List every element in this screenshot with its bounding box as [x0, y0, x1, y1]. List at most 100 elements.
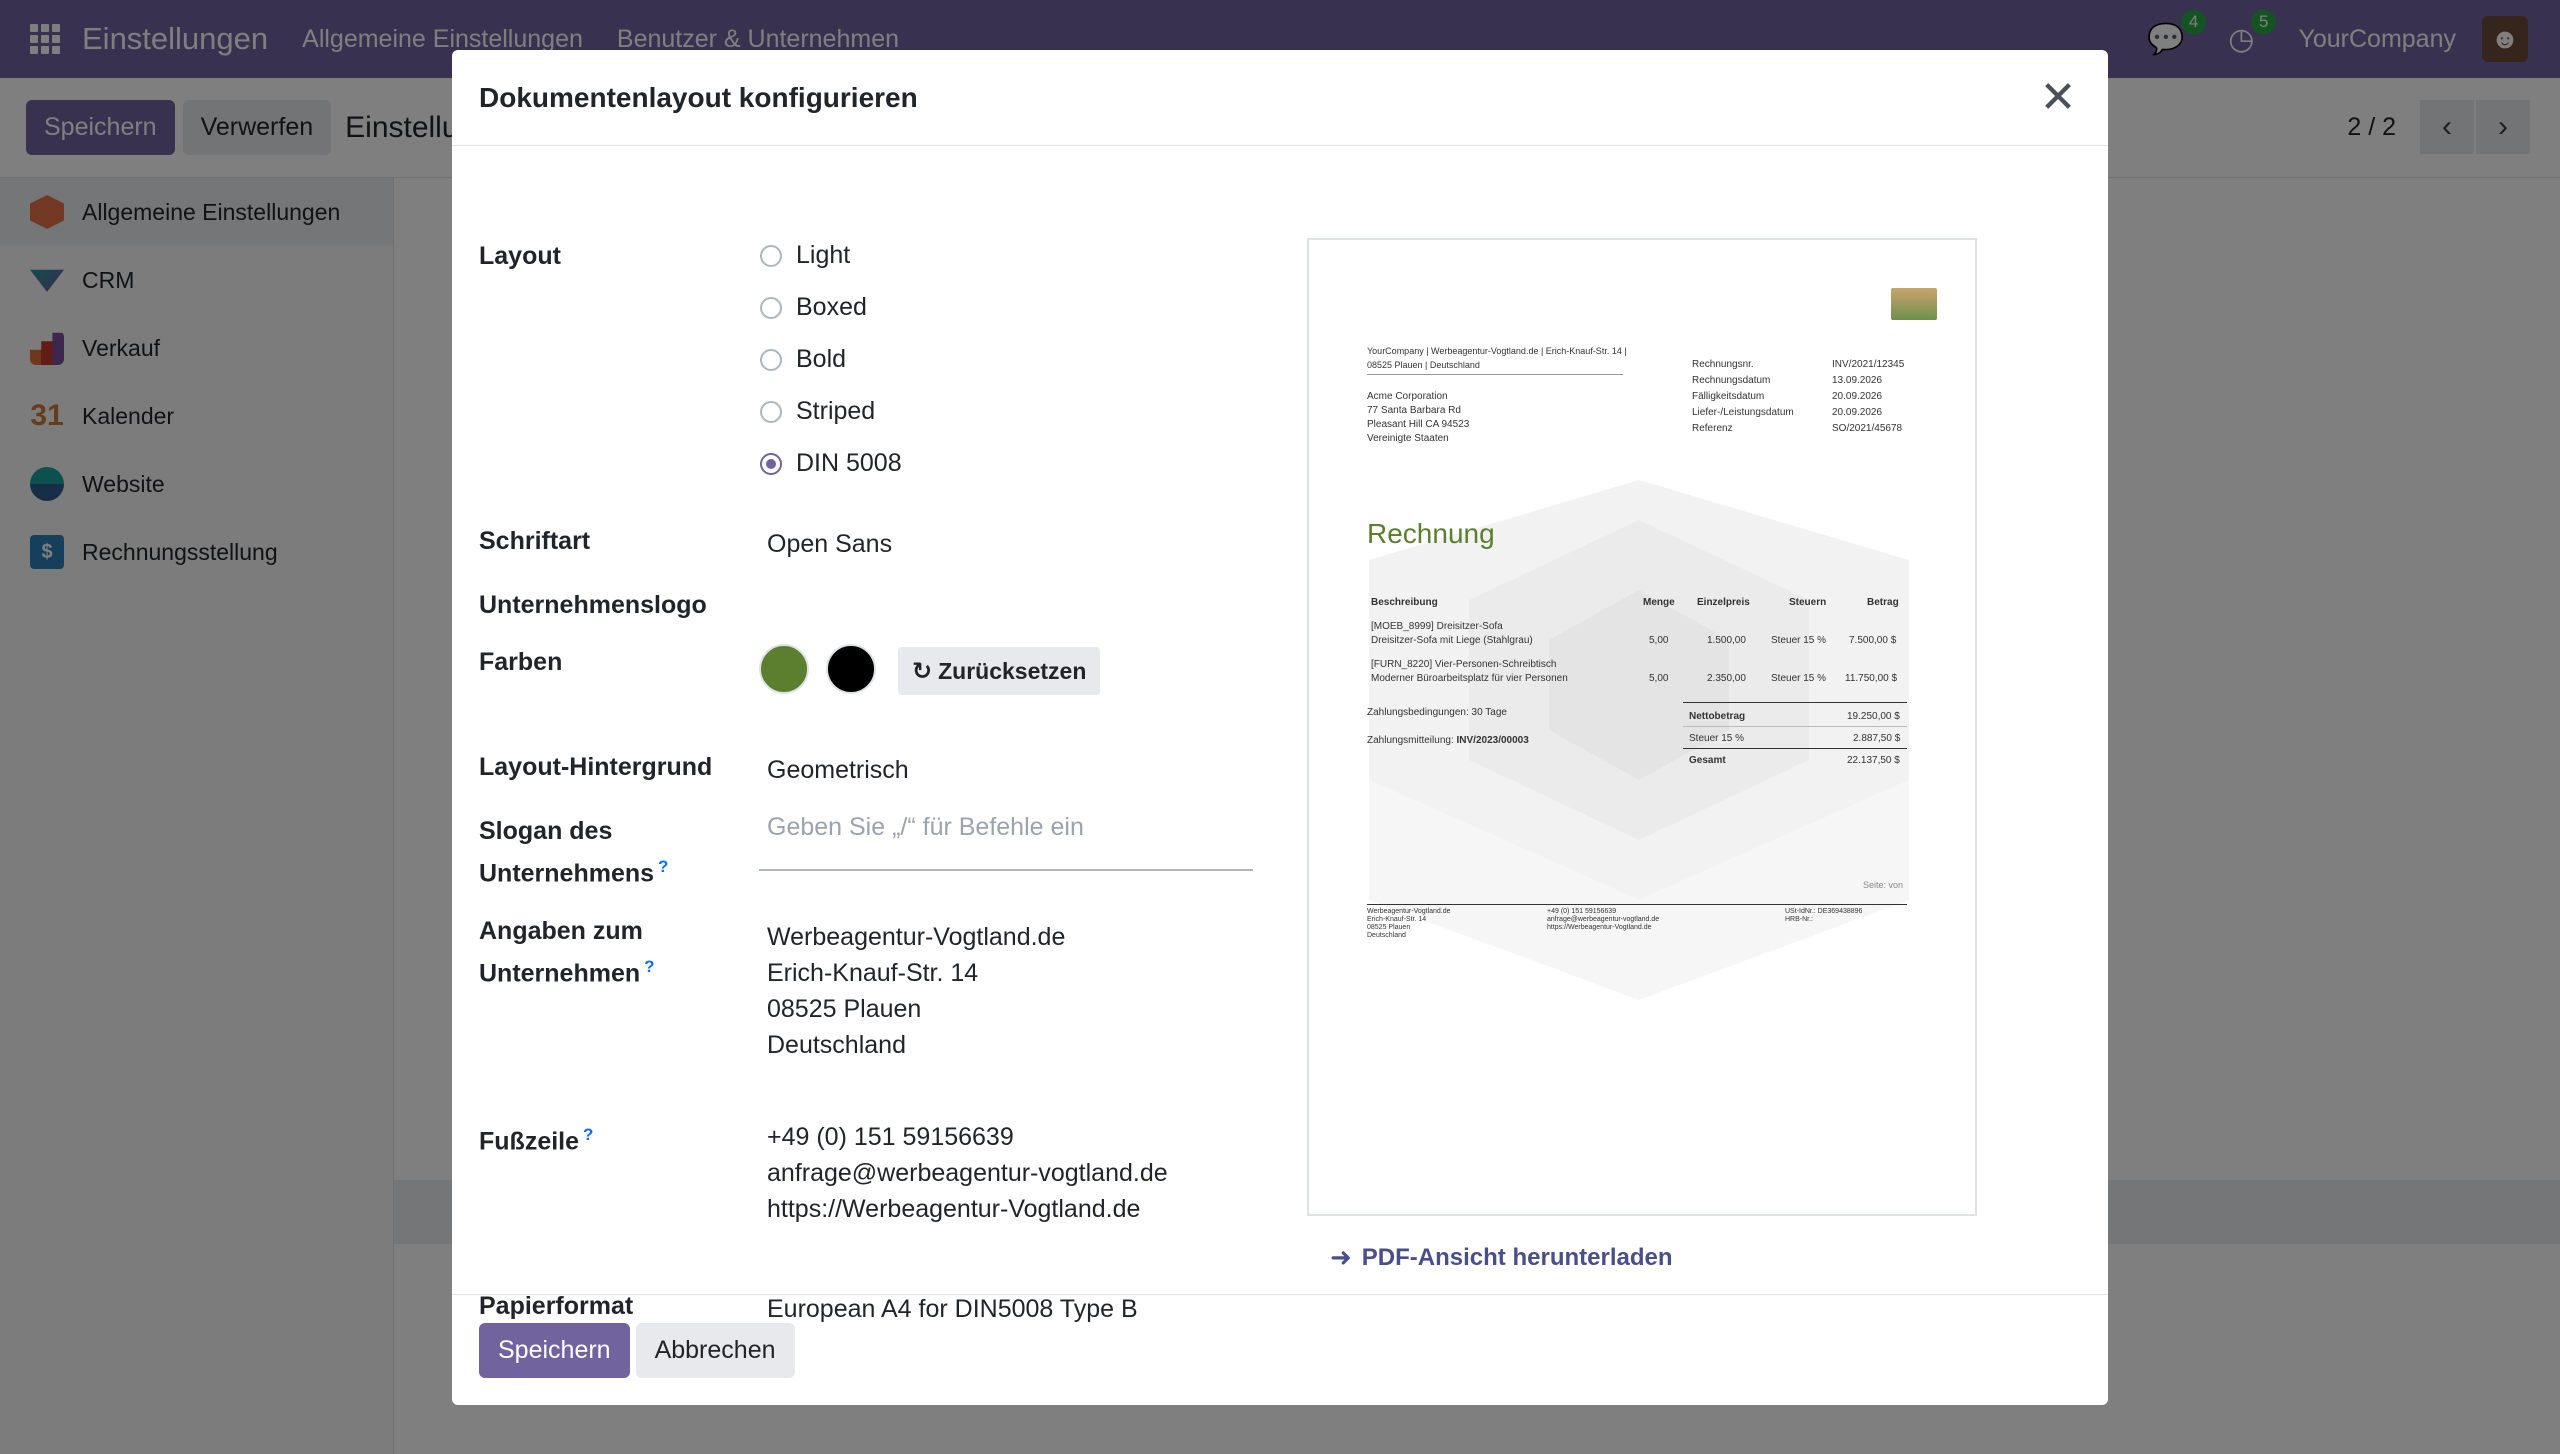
document-layout-dialog: Dokumentenlayout konfigurieren ✕ Layout …: [452, 50, 2108, 1405]
layout-label: Layout: [479, 242, 561, 270]
preview-divider: [1367, 374, 1623, 375]
primary-color-picker[interactable]: [759, 644, 809, 694]
radio-light[interactable]: [760, 244, 782, 267]
preview-footer-line: +49 (0) 151 59156639: [1547, 908, 1617, 915]
reset-colors-button[interactable]: ↻ Zurücksetzen: [898, 647, 1101, 695]
preview-info-value: 13.09.2026: [1832, 375, 1883, 386]
layout-option-din5008[interactable]: DIN 5008: [760, 449, 902, 478]
preview-info-label: Rechnungsnr.: [1692, 359, 1754, 370]
details-label-line1: Angaben zum: [479, 917, 643, 945]
preview-footer-line: 08525 Plauen: [1367, 924, 1411, 931]
preview-col-header: Beschreibung: [1371, 597, 1438, 608]
preview-row-desc: [MOEB_8999] Dreisitzer-Sofa: [1371, 621, 1503, 632]
preview-recipient: Acme Corporation: [1367, 391, 1448, 402]
preview-footer-line: USt-IdNr.: DE369438896: [1785, 908, 1863, 915]
layout-option-label: Boxed: [796, 293, 867, 321]
preview-info-label: Referenz: [1692, 423, 1733, 434]
layout-option-bold[interactable]: Bold: [760, 345, 846, 374]
reset-label: Zurücksetzen: [938, 657, 1087, 684]
slogan-label-line1: Slogan des: [479, 817, 613, 845]
modal-body: Layout Light Boxed Bold Striped DIN 5008…: [452, 147, 2108, 1323]
layout-background-label: Layout-Hintergrund: [479, 753, 713, 781]
radio-striped[interactable]: [760, 400, 782, 423]
footer-field[interactable]: +49 (0) 151 59156639 anfrage@werbeagentu…: [767, 1119, 1168, 1227]
preview-col-header: Steuern: [1789, 597, 1827, 608]
layout-option-boxed[interactable]: Boxed: [760, 293, 867, 322]
preview-heading: Rechnung: [1367, 518, 1495, 549]
preview-col-header: Menge: [1643, 597, 1675, 608]
preview-tax-label: Steuer 15 %: [1689, 733, 1745, 744]
details-line: Werbeagentur-Vogtland.de: [767, 923, 1066, 951]
preview-totals-divider: [1683, 748, 1907, 749]
radio-boxed[interactable]: [760, 296, 782, 319]
preview-sender: YourCompany | Werbeagentur-Vogtland.de |…: [1367, 346, 1627, 356]
secondary-color-picker[interactable]: [826, 644, 876, 694]
preview-row-price: 1.500,00: [1707, 635, 1746, 646]
modal-cancel-button[interactable]: Abbrechen: [635, 1322, 795, 1378]
modal-footer: Speichern Abbrechen: [452, 1294, 2108, 1405]
layout-option-striped[interactable]: Striped: [760, 397, 875, 426]
preview-info-label: Fälligkeitsdatum: [1692, 391, 1765, 402]
font-select[interactable]: Open Sans: [767, 526, 892, 562]
preview-footer-divider: [1367, 904, 1907, 905]
preview-row-tax: Steuer 15 %: [1771, 635, 1827, 646]
preview-footer-col1: Werbeagentur-Vogtland.de Erich-Knauf-Str.…: [1367, 908, 1451, 940]
layout-option-label: Bold: [796, 345, 847, 373]
download-pdf-link[interactable]: ➜ PDF-Ansicht herunterladen: [1330, 1242, 1673, 1273]
layout-option-light[interactable]: Light: [760, 241, 850, 270]
preview-page-number: Seite: von: [1863, 880, 1904, 890]
close-icon[interactable]: ✕: [2038, 76, 2078, 120]
preview-row-amount: 7.500,00 $: [1849, 635, 1897, 646]
arrow-right-icon: ➜: [1330, 1242, 1352, 1272]
document-preview: YourCompany | Werbeagentur-Vogtland.de |…: [1307, 238, 1977, 1216]
company-details-field[interactable]: Werbeagentur-Vogtland.de Erich-Knauf-Str…: [767, 919, 1065, 1063]
help-icon[interactable]: ?: [583, 1125, 593, 1144]
footer-label-text: Fußzeile: [479, 1127, 580, 1156]
download-pdf-label: PDF-Ansicht herunterladen: [1361, 1243, 1673, 1271]
preview-footer-line: Werbeagentur-Vogtland.de: [1367, 908, 1451, 915]
preview-footer-line: HRB-Nr.:: [1785, 916, 1813, 923]
preview-totals-divider: [1683, 702, 1907, 703]
layout-option-label: Light: [796, 241, 851, 269]
refresh-icon: ↻: [912, 657, 933, 685]
preview-row-tax: Steuer 15 %: [1771, 673, 1827, 684]
preview-tax-value: 2.887,50 $: [1853, 733, 1901, 744]
font-label: Schriftart: [479, 527, 591, 555]
preview-recipient: 77 Santa Barbara Rd: [1367, 405, 1461, 416]
preview-col-header: Betrag: [1867, 597, 1899, 608]
preview-col-header: Einzelpreis: [1697, 597, 1750, 608]
preview-net-value: 19.250,00 $: [1847, 711, 1900, 722]
radio-bold[interactable]: [760, 348, 782, 371]
footer-line: https://Werbeagentur-Vogtland.de: [767, 1195, 1141, 1223]
details-line: Erich-Knauf-Str. 14: [767, 959, 979, 987]
preview-payment-ref: Zahlungsmitteilung: INV/2023/00003: [1367, 734, 1529, 748]
details-line: 08525 Plauen: [767, 995, 922, 1023]
preview-row-desc: Moderner Büroarbeitsplatz für vier Perso…: [1371, 673, 1568, 684]
modal-save-button[interactable]: Speichern: [479, 1322, 630, 1378]
footer-label: Fußzeile?: [479, 1117, 593, 1159]
preview-footer-col3: USt-IdNr.: DE369438896 HRB-Nr.:: [1785, 908, 1862, 924]
help-icon[interactable]: ?: [658, 857, 668, 876]
preview-info-label: Liefer-/Leistungsdatum: [1692, 407, 1794, 418]
footer-line: +49 (0) 151 59156639: [767, 1123, 1014, 1151]
preview-sender2: 08525 Plauen | Deutschland: [1367, 360, 1480, 370]
preview-row-qty: 5,00: [1649, 635, 1669, 646]
preview-footer-line: anfrage@werbeagentur-vogtland.de: [1547, 916, 1660, 923]
preview-payment-ref-label: Zahlungsmitteilung:: [1367, 735, 1454, 746]
preview-recipient: Vereinigte Staaten: [1367, 433, 1449, 444]
preview-row-qty: 5,00: [1649, 673, 1669, 684]
slogan-input[interactable]: [759, 807, 1253, 871]
layout-background-select[interactable]: Geometrisch: [767, 752, 909, 788]
preview-row-price: 2.350,00: [1707, 673, 1746, 684]
preview-payment-terms: Zahlungsbedingungen: 30 Tage: [1367, 707, 1507, 718]
company-details-label: Angaben zum Unternehmen?: [479, 913, 655, 991]
help-icon[interactable]: ?: [644, 957, 654, 976]
slogan-label-line2: Unternehmens: [479, 859, 655, 888]
preview-total-value: 22.137,50 $: [1847, 755, 1900, 766]
radio-din5008[interactable]: [760, 452, 782, 475]
preview-footer-col2: +49 (0) 151 59156639 anfrage@werbeagentur…: [1547, 908, 1659, 932]
modal-header: Dokumentenlayout konfigurieren ✕: [452, 50, 2108, 146]
logo-label: Unternehmenslogo: [479, 591, 707, 619]
preview-row-amount: 11.750,00 $: [1845, 673, 1898, 684]
preview-info-value: INV/2021/12345: [1832, 359, 1905, 370]
